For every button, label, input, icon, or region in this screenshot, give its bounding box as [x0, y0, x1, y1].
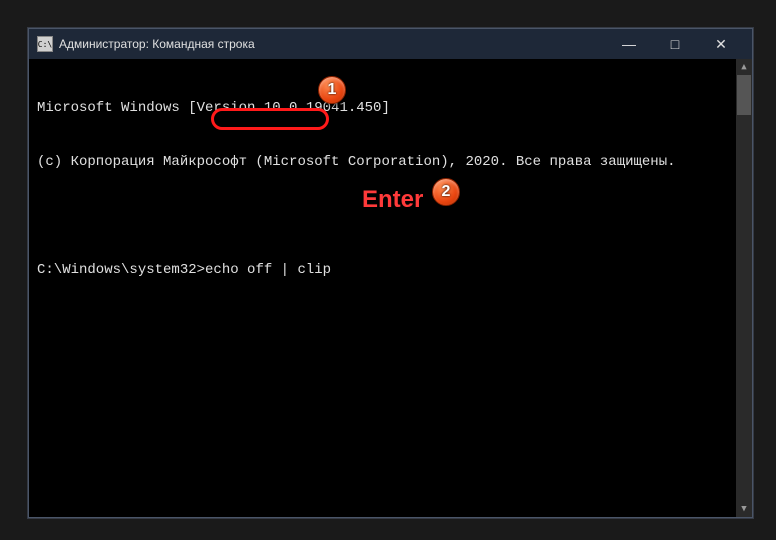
prompt: C:\Windows\system32>	[37, 262, 205, 278]
terminal-body[interactable]: Microsoft Windows [Version 10.0.19041.45…	[29, 59, 752, 517]
terminal-prompt-line: C:\Windows\system32>echo off | clip	[37, 261, 744, 279]
command-input[interactable]: echo off | clip	[205, 262, 331, 278]
terminal-line: (c) Корпорация Майкрософт (Microsoft Cor…	[37, 153, 744, 171]
scroll-up-icon[interactable]: ▲	[736, 59, 752, 75]
scrollbar[interactable]: ▲ ▼	[736, 59, 752, 517]
terminal-line: Microsoft Windows [Version 10.0.19041.45…	[37, 99, 744, 117]
terminal-blank	[37, 207, 744, 225]
close-button[interactable]: ✕	[698, 29, 744, 59]
scrollbar-track[interactable]	[736, 75, 752, 501]
window-title: Администратор: Командная строка	[59, 37, 606, 51]
maximize-button[interactable]: □	[652, 29, 698, 59]
scroll-down-icon[interactable]: ▼	[736, 501, 752, 517]
window-controls: — □ ✕	[606, 29, 744, 59]
minimize-button[interactable]: —	[606, 29, 652, 59]
cmd-window: C:\ Администратор: Командная строка — □ …	[28, 28, 753, 518]
titlebar[interactable]: C:\ Администратор: Командная строка — □ …	[29, 29, 752, 59]
scrollbar-thumb[interactable]	[737, 75, 751, 115]
cmd-icon: C:\	[37, 36, 53, 52]
